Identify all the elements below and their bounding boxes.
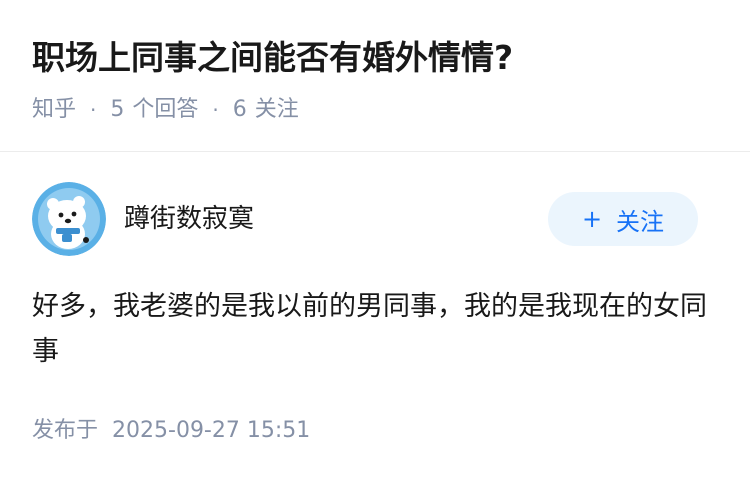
answer-count-label[interactable]: 个回答 [132, 94, 198, 126]
source-label[interactable]: 知乎 [32, 94, 76, 126]
meta-separator: · [212, 98, 219, 122]
published-label: 发布于 [32, 418, 99, 443]
answer-publish-info: 发布于 2025-09-27 15:51 [32, 414, 310, 448]
author-row: 蹲街数寂寞 + 关注 [32, 182, 718, 256]
author-name[interactable]: 蹲街数寂寞 [124, 200, 254, 238]
published-time: 2025-09-27 15:51 [112, 418, 311, 443]
meta-separator: · [90, 98, 97, 122]
follow-button[interactable]: + 关注 [548, 192, 698, 246]
question-header: 职场上同事之间能否有婚外情情? 知乎 · 5 个回答 · 6 关注 [0, 0, 750, 152]
polar-bear-avatar-icon [32, 182, 106, 256]
plus-icon: + [581, 205, 603, 233]
follower-count-label[interactable]: 关注 [255, 94, 299, 126]
question-meta: 知乎 · 5 个回答 · 6 关注 [32, 94, 299, 126]
author-avatar[interactable] [32, 182, 106, 256]
follower-count: 6 [232, 97, 247, 122]
answer-content[interactable]: 好多，我老婆的是我以前的男同事，我的是我现在的女同事 [32, 284, 718, 374]
question-title[interactable]: 职场上同事之间能否有婚外情情? [32, 34, 513, 82]
answer-count: 5 [110, 97, 125, 122]
follow-button-label: 关注 [616, 207, 665, 236]
